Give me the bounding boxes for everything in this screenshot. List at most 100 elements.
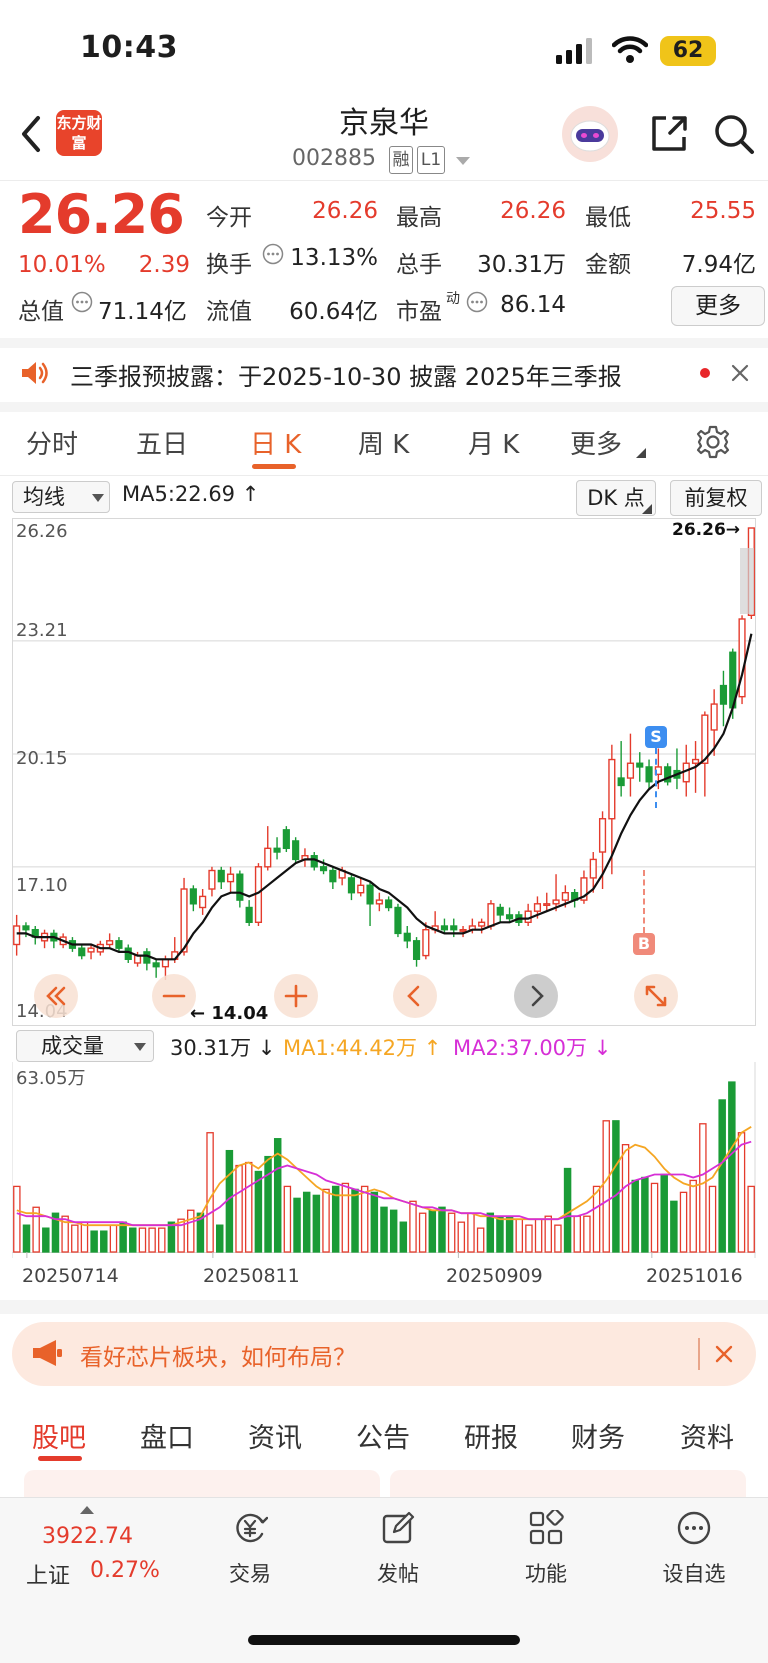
volume-bar: [602, 1120, 610, 1253]
close-icon[interactable]: [714, 1344, 734, 1364]
nav-watchlist-label[interactable]: 设自选: [644, 1558, 744, 1588]
price-adjust-button[interactable]: 前复权: [670, 480, 762, 516]
tab-profile[interactable]: 资料: [680, 1416, 734, 1455]
assistant-avatar[interactable]: [562, 106, 618, 162]
search-icon[interactable]: [712, 112, 756, 156]
tabs-divider: [0, 475, 768, 476]
tab-finance[interactable]: 财务: [571, 1416, 625, 1455]
index-value[interactable]: 3922.74: [42, 1524, 133, 1549]
kline-candle: [450, 925, 458, 931]
close-icon[interactable]: [730, 363, 750, 383]
info-icon[interactable]: [466, 291, 488, 313]
tab-weekly-k[interactable]: 周 K: [358, 424, 409, 461]
tab-monthly-k[interactable]: 月 K: [468, 424, 519, 461]
nav-features-label[interactable]: 功能: [496, 1558, 596, 1588]
volume-bar: [399, 1221, 408, 1253]
volume-bar: [244, 1161, 253, 1253]
volume-bar: [119, 1221, 127, 1253]
volume-bar: [592, 1185, 601, 1253]
zoom-out-button[interactable]: [152, 974, 196, 1018]
kline-candle: [440, 925, 449, 931]
chart-scroll-start-button[interactable]: [34, 974, 78, 1018]
sell-signal-badge[interactable]: S: [645, 726, 667, 748]
dropdown-caret-icon[interactable]: [455, 156, 471, 166]
status-bar: 10:43 62: [0, 0, 768, 100]
tab-news[interactable]: 资讯: [248, 1416, 302, 1455]
status-time: 10:43: [80, 30, 178, 65]
volume-bar: [747, 1185, 755, 1253]
kline-candle: [617, 777, 625, 787]
kline-candle: [329, 869, 337, 883]
scroll-left-button[interactable]: [393, 974, 437, 1018]
kline-candle: [226, 873, 235, 883]
volume-ma1: MA1:44.42万 ↑: [283, 1036, 442, 1060]
active-bottom-tab-indicator: [38, 1456, 82, 1461]
kline-candle: [478, 921, 486, 927]
tab-daily-k[interactable]: 日 K: [250, 424, 301, 461]
volume-bar: [641, 1176, 649, 1253]
section-divider: [0, 338, 768, 348]
volume-bar: [496, 1215, 504, 1253]
volume-bar: [341, 1182, 350, 1253]
post-edit-icon[interactable]: [380, 1510, 416, 1546]
info-icon[interactable]: [262, 243, 284, 265]
kline-candle: [487, 903, 495, 927]
kline-candle: [636, 762, 644, 768]
settings-gear-icon[interactable]: [695, 424, 731, 460]
tab-five-day[interactable]: 五日: [136, 424, 188, 461]
kline-candle: [719, 684, 728, 705]
megaphone-icon: [33, 1340, 62, 1366]
index-change[interactable]: 0.27%: [90, 1558, 160, 1583]
share-icon[interactable]: [648, 113, 690, 155]
volume-bar: [418, 1212, 427, 1253]
volume-chart[interactable]: [12, 1062, 756, 1258]
kline-candle: [459, 928, 467, 932]
kline-candle: [180, 888, 188, 953]
stock-code: 002885: [292, 146, 376, 171]
nav-trade-label[interactable]: 交易: [200, 1558, 300, 1588]
volume-bar: [457, 1221, 466, 1253]
volume-bar: [148, 1227, 156, 1253]
earnings-notice[interactable]: 三季报预披露：于2025-10-30 披露 2025年三季报: [70, 357, 622, 392]
watchlist-more-icon[interactable]: [676, 1510, 712, 1546]
home-indicator: [248, 1635, 520, 1645]
info-icon[interactable]: [71, 291, 93, 313]
features-grid-icon[interactable]: [528, 1510, 564, 1546]
nav-post-label[interactable]: 发帖: [348, 1558, 448, 1588]
amount-label: 金额: [585, 252, 631, 278]
kline-candle: [710, 703, 718, 731]
tab-order-book[interactable]: 盘口: [140, 1416, 194, 1455]
high-value: 26.26: [500, 198, 566, 224]
total-value: 71.14亿: [98, 299, 187, 325]
turnover-value: 13.13%: [290, 245, 378, 271]
section-divider: [0, 1300, 768, 1314]
caret-up-icon: [80, 1506, 94, 1514]
min-price-tag: ← 14.04: [190, 1003, 269, 1024]
more-quote-button[interactable]: 更多: [671, 286, 765, 326]
kline-candle: [273, 847, 281, 853]
scroll-right-button[interactable]: [514, 974, 558, 1018]
kline-candle: [152, 962, 160, 968]
tab-guba[interactable]: 股吧: [32, 1416, 86, 1455]
zoom-in-button[interactable]: [274, 974, 318, 1018]
tab-research[interactable]: 研报: [464, 1416, 518, 1455]
buy-signal-badge[interactable]: B: [633, 933, 655, 955]
kline-candle: [375, 899, 383, 905]
fullscreen-button[interactable]: [634, 974, 678, 1018]
index-name[interactable]: 上证: [26, 1558, 70, 1590]
volume-bar: [302, 1191, 311, 1253]
tab-more[interactable]: 更多: [570, 424, 622, 461]
kline-candle: [543, 903, 551, 907]
speaker-icon: [22, 362, 48, 384]
total-value-label: 总值: [18, 299, 64, 325]
kline-candle: [78, 947, 86, 957]
sell-signal-line: [655, 748, 657, 808]
trade-yen-icon[interactable]: [232, 1510, 268, 1546]
chevron-down-icon: [92, 494, 104, 502]
kline-candle: [22, 925, 30, 931]
kline-candle: [533, 903, 542, 912]
tab-announcements[interactable]: 公告: [356, 1416, 410, 1455]
tab-intraday[interactable]: 分时: [26, 424, 78, 461]
kline-candle: [292, 840, 300, 861]
promo-text[interactable]: 看好芯片板块，如何布局？: [80, 1338, 356, 1372]
